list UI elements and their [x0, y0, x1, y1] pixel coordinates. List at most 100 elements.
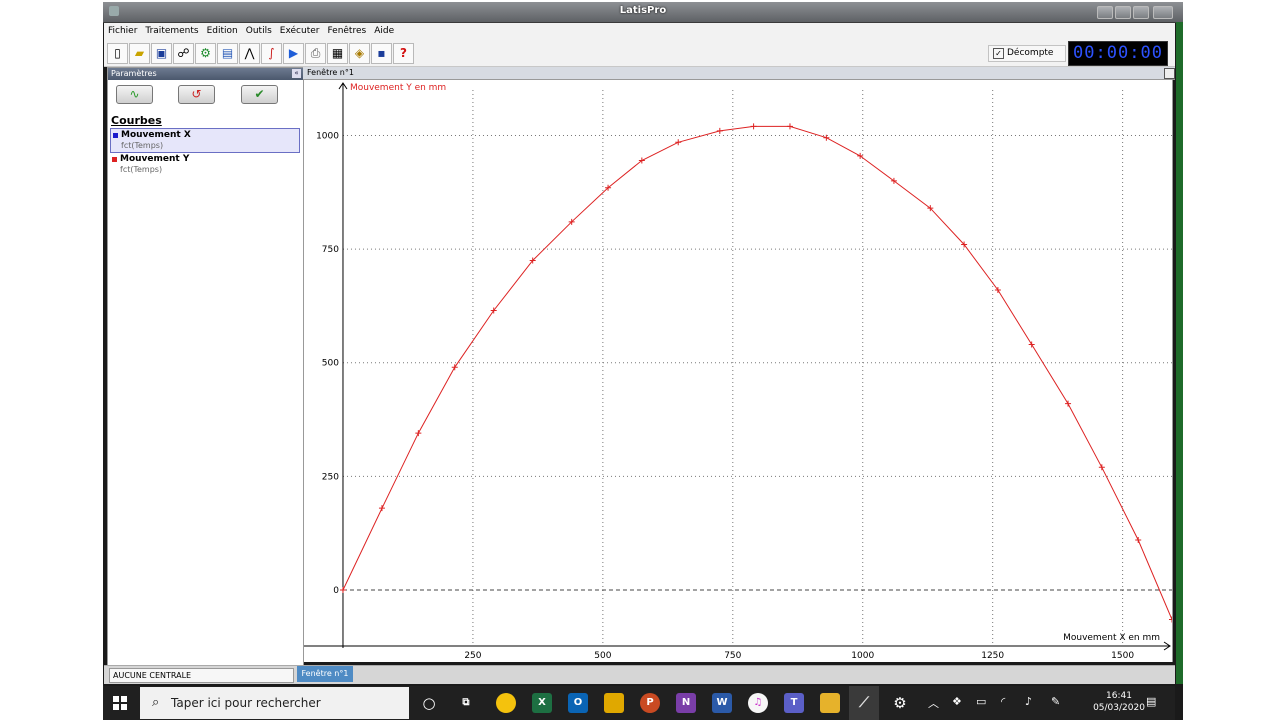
chart-window-header: Fenêtre n°1: [303, 67, 1175, 80]
x-axis-label: Mouvement X en mm: [1063, 633, 1160, 643]
menu-bar: Fichier Traitements Edition Outils Exécuter F…: [104, 23, 1175, 40]
gear-icon[interactable]: ⚙: [890, 693, 910, 713]
measure-icon[interactable]: ◈: [349, 43, 370, 64]
play-icon[interactable]: ▶: [283, 43, 304, 64]
x-tick-label: 750: [724, 651, 741, 661]
menu-executer[interactable]: Exécuter: [276, 23, 324, 36]
latispro-icon[interactable]: ⟋: [849, 686, 879, 720]
settings-icon[interactable]: ⚙: [195, 43, 216, 64]
acquisition-icon[interactable]: ☍: [173, 43, 194, 64]
taskbar-search[interactable]: ⌕ Taper ici pour rechercher: [140, 687, 409, 719]
task-view-icon[interactable]: ⧉: [456, 693, 476, 713]
data-point: [339, 587, 346, 593]
peak-icon[interactable]: ⋀: [239, 43, 260, 64]
curve-function: fct(Temps): [121, 141, 164, 150]
data-point: [716, 127, 723, 134]
notification-icon[interactable]: ▤: [1146, 695, 1156, 708]
parameters-header: Paramètres «: [108, 68, 303, 80]
maximize-chart-icon[interactable]: [1164, 68, 1175, 79]
series-color-swatch: [112, 157, 117, 162]
data-point: [451, 364, 458, 371]
data-point: [786, 123, 793, 130]
window-title: LatisPro: [619, 5, 667, 16]
data-point: [1169, 616, 1175, 623]
modelling-icon[interactable]: ∫: [261, 43, 282, 64]
open-folder-icon[interactable]: ▰: [129, 43, 150, 64]
series-color-swatch: [113, 133, 118, 138]
chevron-up-icon[interactable]: ︿: [928, 695, 939, 711]
help-icon[interactable]: ?: [393, 43, 414, 64]
wifi-icon[interactable]: ◜: [1001, 695, 1005, 708]
undo-curve-button[interactable]: ↺: [178, 85, 215, 104]
data-point: [750, 123, 757, 130]
trajectory-chart[interactable]: 250 500 750 1000 1250 1500 0 250 500 750 1000 Mouve…: [304, 80, 1175, 662]
menu-fenetres[interactable]: Fenêtres: [323, 23, 370, 36]
data-point: [415, 430, 422, 437]
search-placeholder: Taper ici pour rechercher: [171, 696, 321, 710]
collapse-icon[interactable]: «: [292, 69, 301, 78]
cortana-icon[interactable]: ○: [419, 693, 439, 713]
powerpoint-icon[interactable]: P: [640, 693, 660, 713]
status-bar: AUCUNE CENTRALE Fenêtre n°1: [104, 665, 1175, 684]
validate-button[interactable]: ✔: [241, 85, 278, 104]
word-icon[interactable]: W: [712, 693, 732, 713]
help-window-button[interactable]: [1097, 6, 1113, 19]
network-drive-icon[interactable]: ▭: [976, 695, 986, 708]
checkbox-icon[interactable]: ✓: [993, 48, 1004, 59]
windows-start-icon[interactable]: [113, 696, 127, 710]
parameters-panel: Paramètres « ∿ ↺ ✔ Courbes Mouvement X f…: [107, 67, 304, 667]
maximize-button[interactable]: [1133, 6, 1149, 19]
clock-date: 05/03/2020: [1093, 703, 1145, 713]
curves-section-title: Courbes: [111, 114, 162, 127]
clock-time: 16:41: [1106, 691, 1132, 701]
toolbar: ▯ ▰ ▣ ☍ ⚙ ▤ ⋀ ∫ ▶ ⎙ ▦ ◈ ▪ ? ✓ Décompte 00…: [104, 40, 1175, 67]
y-axis-label: Mouvement Y en mm: [350, 83, 446, 93]
onenote-icon[interactable]: N: [676, 693, 696, 713]
y-tick-label: 750: [322, 245, 339, 255]
data-point: [1135, 537, 1142, 543]
chart-area[interactable]: 250 500 750 1000 1250 1500 0 250 500 750 1000 Mouve…: [303, 80, 1175, 662]
info-icon[interactable]: ▪: [371, 43, 392, 64]
pen-icon[interactable]: ✎: [1051, 695, 1060, 708]
save-icon[interactable]: ▣: [151, 43, 172, 64]
chrome-icon[interactable]: [496, 693, 516, 713]
taskbar-clock[interactable]: 16:41 05/03/2020: [1089, 690, 1149, 714]
x-tick-label: 250: [464, 651, 481, 661]
decompte-label: Décompte: [1007, 48, 1054, 58]
y-tick-label: 0: [333, 586, 339, 596]
explorer-icon[interactable]: [820, 693, 840, 713]
data-point: [823, 134, 830, 141]
table-icon[interactable]: ▤: [217, 43, 238, 64]
outlook-icon[interactable]: O: [568, 693, 588, 713]
curve-name: Mouvement Y: [120, 154, 190, 164]
itunes-icon[interactable]: ♫: [748, 693, 768, 713]
curve-item-mouvement-y[interactable]: Mouvement Y fct(Temps): [110, 153, 298, 176]
calculator-icon[interactable]: ▦: [327, 43, 348, 64]
menu-outils[interactable]: Outils: [242, 23, 276, 36]
menu-traitements[interactable]: Traitements: [141, 23, 202, 36]
desktop-background: [1176, 22, 1183, 684]
curve-wave-button[interactable]: ∿: [116, 85, 153, 104]
decompte-checkbox[interactable]: ✓ Décompte: [988, 45, 1066, 62]
teams-icon[interactable]: T: [784, 693, 804, 713]
volume-icon[interactable]: ♪: [1025, 695, 1032, 708]
x-tick-label: 1250: [981, 651, 1004, 661]
chart-window-title: Fenêtre n°1: [307, 68, 354, 77]
file-app-icon[interactable]: [604, 693, 624, 713]
curve-function: fct(Temps): [120, 165, 163, 174]
close-button[interactable]: [1153, 6, 1173, 19]
taskbar: ⌕ Taper ici pour rechercher ○ ⧉ X O P N …: [103, 686, 1175, 720]
data-point: [378, 505, 385, 512]
curve-item-mouvement-x[interactable]: Mouvement X fct(Temps): [110, 128, 300, 153]
menu-fichier[interactable]: Fichier: [104, 23, 141, 36]
dropbox-icon[interactable]: ❖: [952, 695, 962, 708]
print-icon[interactable]: ⎙: [305, 43, 326, 64]
minimize-button[interactable]: [1115, 6, 1131, 19]
excel-icon[interactable]: X: [532, 693, 552, 713]
menu-aide[interactable]: Aide: [370, 23, 398, 36]
menu-edition[interactable]: Edition: [203, 23, 242, 36]
x-tick-label: 1500: [1111, 651, 1134, 661]
x-tick-label: 1000: [851, 651, 874, 661]
new-file-icon[interactable]: ▯: [107, 43, 128, 64]
window-tab[interactable]: Fenêtre n°1: [297, 666, 353, 682]
